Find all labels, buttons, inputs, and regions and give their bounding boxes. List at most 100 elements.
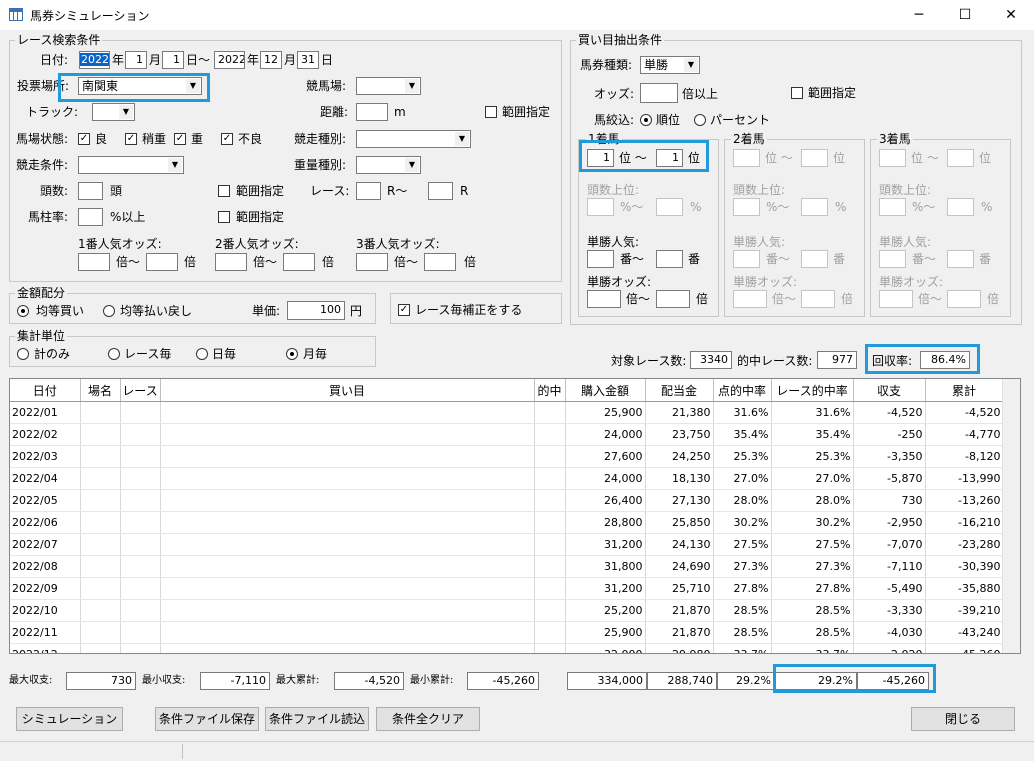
second-pop-to-input[interactable] bbox=[801, 250, 828, 268]
weight-type-select[interactable]: ▼ bbox=[356, 156, 421, 174]
narrow-percent-radio[interactable] bbox=[694, 114, 706, 126]
column-header[interactable]: 点的中率 bbox=[713, 379, 772, 402]
column-header[interactable]: 日付 bbox=[10, 379, 81, 402]
first-odds-from-input[interactable] bbox=[587, 290, 621, 308]
load-conditions-button[interactable]: 条件ファイル読込 bbox=[265, 707, 369, 731]
third-pop-from-input[interactable] bbox=[879, 250, 906, 268]
table-row[interactable]: 2022/09 31,200 25,710 27.8% 27.8% -5,490 -35,8… bbox=[10, 577, 1004, 600]
first-pop-from-input[interactable] bbox=[587, 250, 614, 268]
column-header[interactable]: レース bbox=[120, 379, 161, 402]
agg-month-radio[interactable] bbox=[286, 348, 298, 360]
first-odds-to-input[interactable] bbox=[656, 290, 690, 308]
race-correction-checkbox[interactable]: ✓ bbox=[398, 304, 410, 316]
odds1-from-input[interactable] bbox=[78, 253, 110, 271]
table-row[interactable]: 2022/11 25,900 21,870 28.5% 28.5% -4,030 -43,2… bbox=[10, 621, 1004, 644]
column-header[interactable]: 配当金 bbox=[645, 379, 714, 402]
agg-total-radio[interactable] bbox=[17, 348, 29, 360]
save-conditions-button[interactable]: 条件ファイル保存 bbox=[155, 707, 259, 731]
odds1-to-input[interactable] bbox=[146, 253, 178, 271]
table-row[interactable]: 2022/1232,00029,98033.7%33.7%-2,020-45,2… bbox=[10, 643, 1004, 653]
first-pop-from-unit: 番〜 bbox=[620, 252, 645, 266]
cond-slightly-checkbox[interactable]: ✓ bbox=[125, 133, 137, 145]
first-pct-to-input[interactable] bbox=[656, 198, 683, 216]
minimize-button[interactable]: ─ bbox=[896, 0, 942, 30]
results-grid[interactable]: 日付 場名 レース 買い目 的中 購入金額 配当金 点的中率 レース的中率 収支 累計 2022/0… bbox=[9, 378, 1021, 654]
second-rank-from-input[interactable] bbox=[733, 149, 760, 167]
agg-race-radio[interactable] bbox=[108, 348, 120, 360]
third-rank-from-input[interactable] bbox=[879, 149, 906, 167]
from-year-input[interactable]: 2022 bbox=[79, 51, 110, 69]
to-year-input[interactable]: 2022 bbox=[214, 51, 245, 69]
to-month-input[interactable]: 12 bbox=[260, 51, 282, 69]
table-row[interactable]: 2022/02 24,000 23,750 35.4% 35.4% -250 -4,770 bbox=[10, 423, 1004, 446]
table-row[interactable]: 2022/08 31,800 24,690 27.3% 27.3% -7,110 -30,3… bbox=[10, 555, 1004, 578]
ticket-type-select[interactable]: 単勝 ▼ bbox=[640, 56, 700, 74]
clear-conditions-button[interactable]: 条件全クリア bbox=[376, 707, 480, 731]
race-from-input[interactable] bbox=[356, 182, 381, 200]
cond-bad-checkbox[interactable]: ✓ bbox=[221, 133, 233, 145]
from-day-input[interactable]: 1 bbox=[162, 51, 184, 69]
narrow-rank-radio[interactable] bbox=[640, 114, 652, 126]
column-header[interactable]: 購入金額 bbox=[565, 379, 646, 402]
maximize-button[interactable]: ☐ bbox=[942, 0, 988, 30]
to-day-input[interactable]: 31 bbox=[297, 51, 319, 69]
odds2-from-input[interactable] bbox=[215, 253, 247, 271]
table-row[interactable]: 2022/10 25,200 21,870 28.5% 28.5% -3,330 -39,2… bbox=[10, 599, 1004, 622]
distance-input[interactable] bbox=[356, 103, 388, 121]
third-odds-from-input[interactable] bbox=[879, 290, 913, 308]
vertical-scrollbar[interactable] bbox=[1002, 379, 1020, 653]
column-header[interactable]: 的中 bbox=[534, 379, 566, 402]
cond-heavy-checkbox[interactable]: ✓ bbox=[174, 133, 186, 145]
table-row[interactable]: 2022/07 31,200 24,130 27.5% 27.5% -7,070 -23,2… bbox=[10, 533, 1004, 556]
second-rank-to-input[interactable] bbox=[801, 149, 828, 167]
table-row[interactable]: 2022/04 24,000 18,130 27.0% 27.0% -5,870 -13,9… bbox=[10, 467, 1004, 490]
track-select[interactable]: ▼ bbox=[92, 103, 135, 121]
max-cum-label: 最大累計: bbox=[276, 675, 320, 686]
third-pct-to-input[interactable] bbox=[947, 198, 974, 216]
table-row[interactable]: 2022/05 26,400 27,130 28.0% 28.0% 730 -13,260 bbox=[10, 489, 1004, 512]
table-row[interactable]: 2022/03 27,600 24,250 25.3% 25.3% -3,350 -8,12… bbox=[10, 445, 1004, 468]
second-pct-to-input[interactable] bbox=[801, 198, 828, 216]
second-odds-from-input[interactable] bbox=[733, 290, 767, 308]
heads-range-checkbox[interactable] bbox=[218, 185, 230, 197]
horse-rate-range-checkbox[interactable] bbox=[218, 211, 230, 223]
third-pop-to-input[interactable] bbox=[947, 250, 974, 268]
odds3-from-input[interactable] bbox=[356, 253, 388, 271]
distance-range-checkbox[interactable] bbox=[485, 106, 497, 118]
simulate-button[interactable]: シミュレーション bbox=[16, 707, 123, 731]
heads-input[interactable] bbox=[78, 182, 103, 200]
table-row[interactable]: 2022/01 25,900 21,380 31.6% 31.6% -4,520 -4,52… bbox=[10, 401, 1004, 424]
horse-rate-input[interactable] bbox=[78, 208, 103, 226]
second-pop-from-input[interactable] bbox=[733, 250, 760, 268]
third-rank-to-input[interactable] bbox=[947, 149, 974, 167]
odds2-to-input[interactable] bbox=[283, 253, 315, 271]
equal-payout-radio[interactable] bbox=[103, 305, 115, 317]
odds3-to-input[interactable] bbox=[424, 253, 456, 271]
race-cond-select[interactable]: ▼ bbox=[78, 156, 184, 174]
third-pct-from-input[interactable] bbox=[879, 198, 906, 216]
agg-day-radio[interactable] bbox=[196, 348, 208, 360]
track-site-select[interactable]: ▼ bbox=[356, 77, 421, 95]
race-type-select[interactable]: ▼ bbox=[356, 130, 471, 148]
third-odds-to-input[interactable] bbox=[947, 290, 981, 308]
buy-odds-input[interactable] bbox=[640, 83, 678, 103]
column-header[interactable]: 場名 bbox=[80, 379, 121, 402]
column-header[interactable]: 買い目 bbox=[160, 379, 535, 402]
column-header[interactable]: レース的中率 bbox=[771, 379, 854, 402]
equal-buy-radio[interactable] bbox=[17, 305, 29, 317]
race-to-input[interactable] bbox=[428, 182, 453, 200]
second-pct-from-input[interactable] bbox=[733, 198, 760, 216]
close-button[interactable]: 閉じる bbox=[911, 707, 1015, 731]
cond-good-checkbox[interactable]: ✓ bbox=[78, 133, 90, 145]
close-window-button[interactable]: ✕ bbox=[988, 0, 1034, 30]
unit-price-input[interactable]: 100 bbox=[287, 301, 345, 320]
first-pct-from-input[interactable] bbox=[587, 198, 614, 216]
column-header[interactable]: 累計 bbox=[925, 379, 1004, 402]
from-month-input[interactable]: 1 bbox=[125, 51, 147, 69]
second-odds-to-input[interactable] bbox=[801, 290, 835, 308]
column-header[interactable]: 収支 bbox=[853, 379, 926, 402]
first-pop-to-input[interactable] bbox=[656, 250, 683, 268]
buy-odds-range-checkbox[interactable] bbox=[791, 87, 803, 99]
venue-highlight bbox=[58, 73, 210, 102]
table-row[interactable]: 2022/06 28,800 25,850 30.2% 30.2% -2,950 -16,2… bbox=[10, 511, 1004, 534]
